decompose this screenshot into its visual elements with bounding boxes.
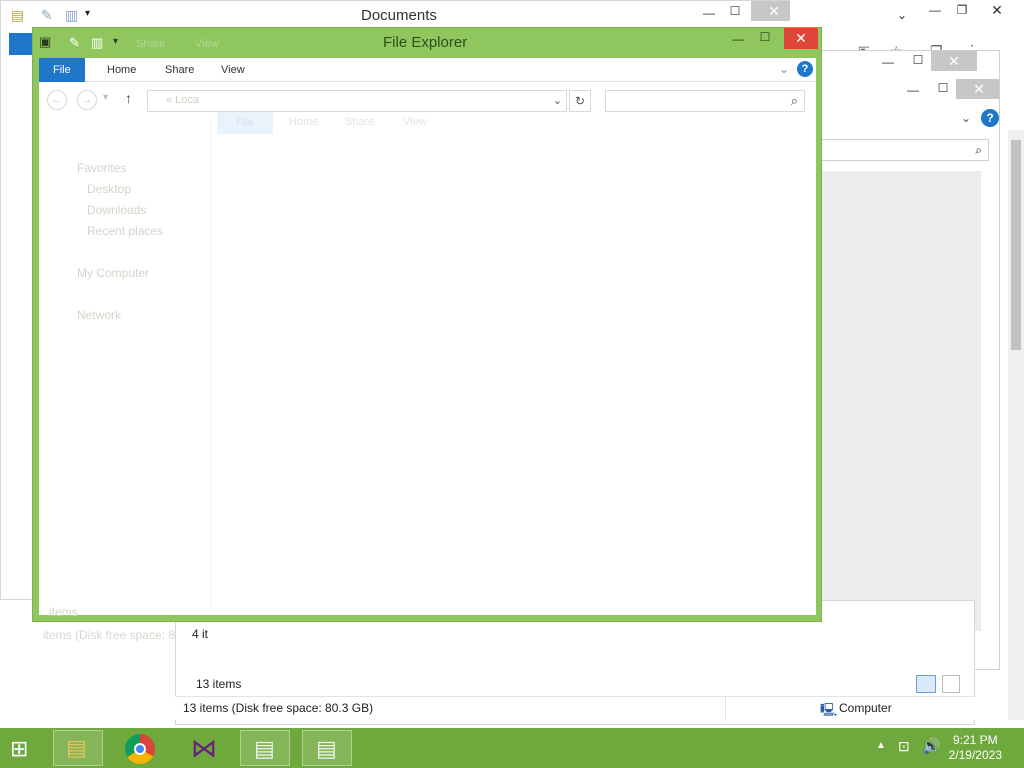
minimize-button[interactable]: — — [876, 55, 900, 69]
search-input[interactable]: ⌕ — [605, 90, 805, 112]
scrollbar[interactable] — [1008, 130, 1024, 720]
close-button-2[interactable]: ✕ — [956, 79, 999, 99]
address-bar[interactable]: « Loca ⌄ — [147, 90, 567, 112]
search-icon: ⌕ — [790, 93, 798, 108]
close-button[interactable]: ✕ — [784, 28, 818, 49]
help-icon[interactable]: ? — [797, 61, 813, 77]
address-dropdown-icon[interactable]: ⌄ — [553, 94, 562, 107]
refresh-icon[interactable]: ↻ — [569, 90, 591, 112]
tab-home[interactable]: Home — [93, 58, 150, 82]
status-disk: items (Disk free space: 8 — [43, 628, 176, 642]
expand-ribbon-icon[interactable]: ⌄ — [779, 62, 789, 76]
navigation-pane: Favorites Desktop Downloads Recent place… — [49, 158, 209, 326]
quick-access-dropdown-icon[interactable]: ▾ — [85, 8, 90, 19]
ribbon-tabs: File Home Share View ⌄ ? — [39, 58, 816, 82]
chevron-down-icon[interactable]: ⌄ — [961, 111, 971, 125]
sidebar-item-my-computer[interactable]: My Computer — [49, 263, 209, 284]
file-explorer-body: File Home Share View ⌄ ? ← → ▾ ↑ « Loca … — [39, 58, 817, 642]
maximize-button[interactable]: ☐ — [753, 30, 777, 44]
documents-title: Documents — [361, 7, 437, 24]
quick-access-dropdown-icon[interactable]: ▾ — [113, 36, 118, 47]
explorer-window-icon: ▤ — [254, 736, 275, 761]
chrome-icon-center — [134, 743, 146, 755]
file-explorer-window[interactable]: ▣ ✎ ▥ ▾ Share View File Explorer — ☐ ✕ F… — [32, 27, 822, 642]
ghost-view-tab: View — [195, 38, 219, 50]
status-items: 13 items — [196, 677, 242, 691]
window-icon: ▣ — [39, 34, 52, 49]
chevron-down-icon[interactable]: ⌄ — [890, 8, 914, 22]
new-folder-icon[interactable]: ▥ — [91, 35, 103, 51]
large-icons-view-icon[interactable] — [942, 675, 960, 693]
visual-studio-icon: ⋈ — [191, 733, 217, 763]
help-icon[interactable]: ? — [981, 109, 999, 127]
minimize-button-2[interactable]: — — [901, 83, 925, 97]
maximize-button-2[interactable]: ☐ — [931, 81, 955, 95]
explorer-window-icon: ▤ — [316, 736, 337, 761]
status-items: items — [49, 605, 78, 619]
sidebar-item-desktop[interactable]: Desktop — [49, 179, 209, 200]
status-partial: 4 it — [192, 627, 209, 641]
ghost-tab-share: Share — [345, 116, 375, 128]
sidebar-item-recent-places[interactable]: Recent places — [49, 221, 209, 242]
close-button[interactable]: ✕ — [970, 0, 1024, 20]
volume-icon[interactable]: 🔊 — [922, 737, 941, 755]
taskbar-window-1[interactable]: ▤ — [240, 730, 290, 766]
forward-icon[interactable]: → — [77, 90, 97, 110]
new-folder-icon[interactable]: ▥ — [65, 7, 78, 24]
content-pane — [821, 171, 981, 631]
taskbar-window-2[interactable]: ▤ — [302, 730, 352, 766]
up-icon[interactable]: ↑ — [125, 90, 132, 106]
recent-locations-icon[interactable]: ▾ — [103, 92, 108, 103]
properties-icon[interactable]: ✎ — [69, 35, 80, 51]
tab-view[interactable]: View — [207, 58, 259, 82]
folder-icon: ▤ — [66, 735, 87, 760]
search-input[interactable]: ⌕ — [821, 139, 989, 161]
taskbar-chrome[interactable] — [114, 730, 164, 766]
windows-start-icon[interactable]: ⊞ — [10, 736, 28, 762]
clock-time: 9:21 PM — [952, 733, 998, 747]
file-explorer-title: File Explorer — [383, 34, 468, 51]
details-view-icon[interactable] — [916, 675, 936, 693]
show-hidden-icons-icon[interactable]: ▲ — [876, 740, 886, 751]
computer-statusbar: 13 items (Disk free space: 80.3 GB) 🖳 Co… — [175, 696, 975, 721]
close-button[interactable]: ✕ — [931, 51, 977, 71]
computer-icon: 🖳 — [820, 702, 838, 717]
background-explorer-window: — ☐ ✕ — ☐ ✕ ⌄ ? ⌕ — [800, 50, 1000, 670]
search-icon: ⌕ — [975, 143, 982, 157]
taskbar: ⊞ ▤ ⋈ ▤ ▤ ▲ ⊡ 🔊 9:21 PM 2/19/2023 — [0, 728, 1024, 768]
sidebar-item-downloads[interactable]: Downloads — [49, 200, 209, 221]
back-icon[interactable]: ← — [47, 90, 67, 110]
ghost-tab-home: Home — [289, 116, 319, 128]
taskbar-file-explorer[interactable]: ▤ — [53, 730, 103, 766]
ghost-tab-view: View — [403, 116, 427, 128]
minimize-button[interactable]: — — [923, 3, 947, 17]
folder-icon: ▤ — [11, 7, 25, 23]
ghost-ribbon: File Home Share View — [217, 112, 817, 134]
ghost-tab-file: File — [217, 112, 273, 134]
location-label: Computer — [839, 701, 892, 715]
address-text: « Loca — [166, 94, 200, 106]
clock[interactable]: 9:21 PM 2/19/2023 — [949, 733, 1002, 763]
divider — [725, 697, 726, 721]
status-disk: 13 items (Disk free space: 80.3 GB) — [183, 701, 374, 715]
taskbar-visual-studio[interactable]: ⋈ — [178, 730, 228, 766]
clock-date: 2/19/2023 — [948, 748, 1002, 762]
maximize-button[interactable]: ☐ — [906, 53, 930, 67]
network-icon[interactable]: ⊡ — [898, 738, 910, 755]
maximize-button[interactable]: ☐ — [723, 4, 747, 18]
scrollbar-thumb[interactable] — [1011, 140, 1021, 350]
properties-icon[interactable]: ✎ — [41, 7, 53, 24]
minimize-button[interactable]: — — [697, 6, 721, 20]
sidebar-item-favorites[interactable]: Favorites — [49, 158, 209, 179]
tab-share[interactable]: Share — [151, 58, 208, 82]
ghost-share-tab: Share — [136, 38, 166, 50]
tab-file[interactable]: File — [39, 58, 85, 82]
pane-divider — [211, 118, 212, 608]
sidebar-item-network[interactable]: Network — [49, 305, 209, 326]
minimize-button[interactable]: — — [726, 32, 750, 46]
